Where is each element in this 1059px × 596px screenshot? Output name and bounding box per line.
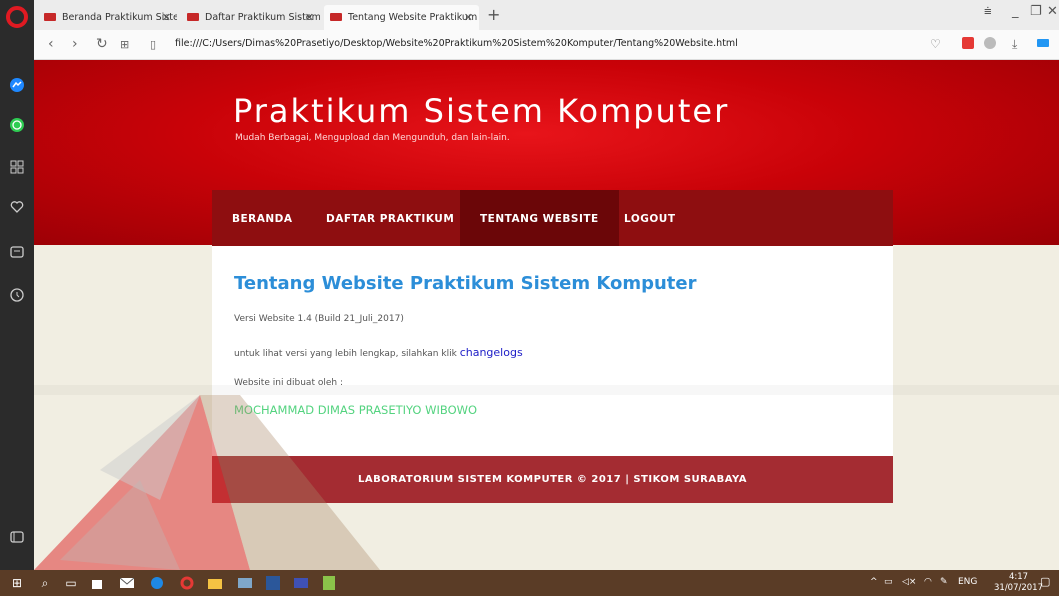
close-tab-icon[interactable]: ✕ [162, 5, 171, 30]
pen-icon[interactable]: ✎ [940, 577, 948, 587]
clock-time: 4:17 [1008, 572, 1029, 582]
main-nav: BERANDA DAFTAR PRAKTIKUM TENTANG WEBSITE… [212, 190, 893, 246]
minimize-icon[interactable]: _ [1012, 4, 1019, 19]
flag-app-icon[interactable] [292, 574, 310, 592]
forward-icon[interactable]: › [72, 36, 78, 52]
site-subtitle: Mudah Berbagai, Mengupload dan Mengunduh… [235, 133, 510, 143]
language-indicator[interactable]: ENG [958, 577, 977, 587]
tab-label: Daftar Praktikum Sistem K [205, 12, 320, 23]
opera-taskbar-icon[interactable] [178, 574, 196, 592]
nav-tentang-website[interactable]: TENTANG WEBSITE [460, 190, 619, 246]
speed-dial-icon[interactable] [7, 157, 27, 177]
system-clock[interactable]: 4:17 31/07/2017 [994, 572, 1043, 594]
page-info-icon[interactable]: ▯ [150, 38, 156, 51]
battery-icon[interactable]: ▭ [884, 577, 893, 587]
clock-date: 31/07/2017 [994, 583, 1043, 593]
close-tab-icon[interactable]: ✕ [464, 5, 473, 30]
windows-start-icon[interactable]: ⊞ [8, 574, 26, 592]
mail-icon[interactable] [118, 574, 136, 592]
author-name: MOCHAMMAD DIMAS PRASETIYO WIBOWO [234, 403, 478, 417]
store-icon[interactable] [88, 574, 106, 592]
sidebar-toggle-icon[interactable] [7, 527, 27, 547]
nav-logout[interactable]: LOGOUT [604, 190, 695, 246]
wifi-icon[interactable]: ◠ [924, 577, 932, 587]
action-center-icon[interactable]: ▢ [1040, 575, 1050, 588]
snapshot-icon[interactable] [7, 242, 27, 262]
extension-icon[interactable] [962, 37, 974, 52]
page-heading: Tentang Website Praktikum Sistem Kompute… [234, 273, 697, 294]
changelog-prefix: untuk lihat versi yang lebih lengkap, si… [234, 349, 457, 359]
tab-strip: Beranda Praktikum Sistem ✕ Daftar Prakti… [34, 0, 1059, 30]
opera-sidebar [0, 0, 34, 570]
speed-dial-button-icon[interactable]: ⊞ [120, 38, 129, 51]
window-close-icon[interactable]: ✕ [1047, 4, 1058, 19]
nav-beranda[interactable]: BERANDA [212, 190, 313, 246]
easy-setup-icon[interactable]: ⩧ [984, 4, 992, 19]
edge-icon[interactable] [148, 574, 166, 592]
tab-tentang[interactable]: Tentang Website Praktikum ✕ [324, 5, 479, 30]
restore-icon[interactable]: ❐ [1030, 4, 1042, 19]
changelog-line: untuk lihat versi yang lebih lengkap, si… [234, 346, 523, 359]
site-title: Praktikum Sistem Komputer [233, 92, 730, 130]
bookmark-heart-icon[interactable]: ♡ [930, 37, 941, 51]
notepad-icon[interactable] [320, 574, 338, 592]
word-icon[interactable] [264, 574, 282, 592]
site-footer: LABORATORIUM SISTEM KOMPUTER © 2017 | ST… [212, 456, 893, 503]
favicon-icon [187, 13, 199, 21]
whatsapp-icon[interactable] [7, 115, 27, 135]
changelogs-link[interactable]: changelogs [460, 346, 523, 359]
author-label: Website ini dibuat oleh : [234, 378, 343, 388]
app-icon[interactable] [236, 574, 254, 592]
tab-label: Beranda Praktikum Sistem [62, 12, 177, 23]
history-clock-icon[interactable] [7, 285, 27, 305]
back-icon[interactable]: ‹ [48, 36, 54, 52]
tab-label: Tentang Website Praktikum [348, 12, 478, 23]
tab-beranda[interactable]: Beranda Praktikum Sistem ✕ [38, 5, 177, 30]
file-explorer-icon[interactable] [206, 574, 224, 592]
tab-daftar[interactable]: Daftar Praktikum Sistem K ✕ [181, 5, 320, 30]
search-icon[interactable]: ⌕ [36, 574, 54, 592]
about-content: Tentang Website Praktikum Sistem Kompute… [212, 246, 893, 456]
reload-icon[interactable]: ↻ [96, 36, 108, 52]
favicon-icon [44, 13, 56, 21]
footer-text: LABORATORIUM SISTEM KOMPUTER © 2017 | ST… [357, 474, 748, 485]
battery-saver-icon[interactable] [1037, 37, 1051, 51]
tray-chevron-icon[interactable]: ^ [870, 577, 878, 587]
download-icon[interactable]: ⤓ [1012, 37, 1017, 52]
url-input[interactable]: file:///C:/Users/Dimas%20Prasetiyo/Deskt… [175, 38, 738, 49]
web-page: Praktikum Sistem Komputer Mudah Berbagai… [34, 60, 1059, 570]
close-tab-icon[interactable]: ✕ [305, 5, 314, 30]
task-view-icon[interactable]: ▭ [62, 574, 80, 592]
messenger-icon[interactable] [7, 75, 27, 95]
nav-daftar-praktikum[interactable]: DAFTAR PRAKTIKUM [306, 190, 474, 246]
new-tab-button[interactable]: + [487, 5, 500, 24]
address-bar: ‹ › ↻ ⊞ ▯ file:///C:/Users/Dimas%20Prase… [34, 30, 1059, 60]
windows-taskbar: ⊞ ⌕ ▭ ^ ▭ ◁× ◠ ✎ ENG 4:17 31/07/2017 ▢ [0, 570, 1059, 596]
favicon-icon [330, 13, 342, 21]
volume-icon[interactable]: ◁× [902, 577, 916, 587]
opera-logo-icon[interactable] [6, 6, 28, 28]
vpn-globe-icon[interactable] [984, 37, 996, 52]
heart-icon[interactable] [7, 197, 27, 217]
version-text: Versi Website 1.4 (Build 21_Juli_2017) [234, 314, 404, 324]
